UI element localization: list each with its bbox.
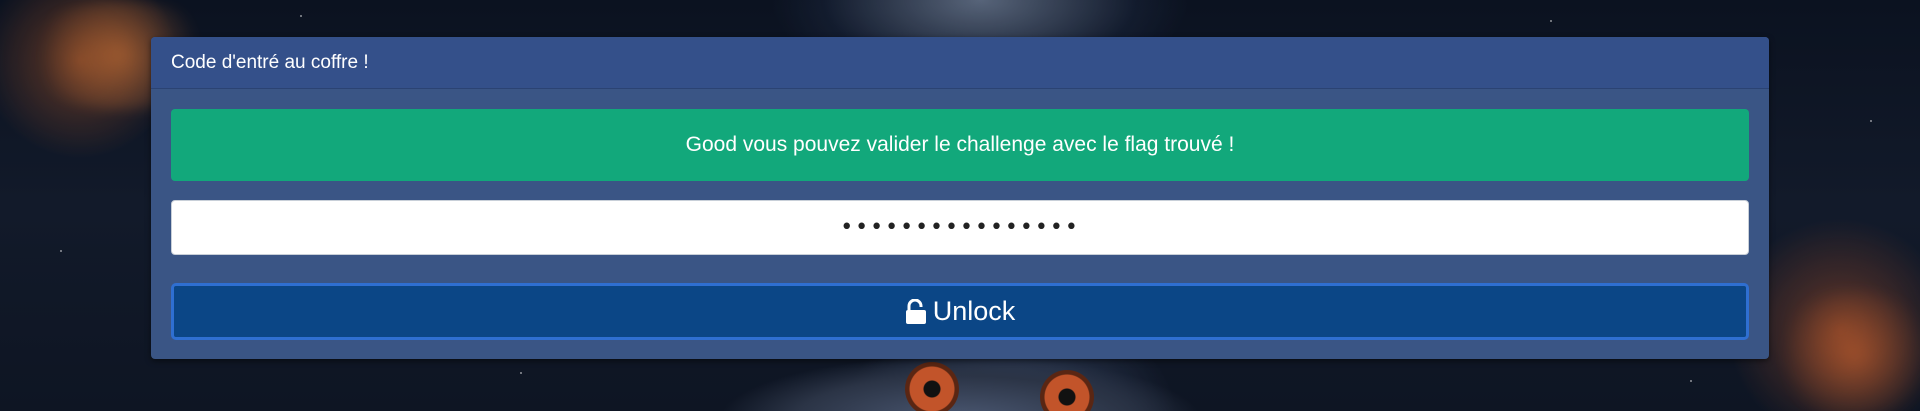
cat-eye-left — [905, 362, 959, 411]
unlock-icon — [905, 298, 927, 325]
star — [60, 250, 62, 252]
cat-eye-right — [1040, 370, 1094, 411]
alert-message: Good vous pouvez valider le challenge av… — [685, 133, 1235, 156]
star — [1870, 120, 1872, 122]
flame-decoration-right — [1770, 290, 1920, 411]
code-input[interactable] — [171, 200, 1749, 255]
success-alert: Good vous pouvez valider le challenge av… — [171, 109, 1749, 181]
star — [1550, 20, 1552, 22]
unlock-button[interactable]: Unlock — [171, 283, 1749, 340]
panel-header: Code d'entré au coffre ! — [151, 37, 1769, 89]
star — [520, 372, 522, 374]
vault-panel: Code d'entré au coffre ! Good vous pouve… — [151, 37, 1769, 359]
star — [300, 15, 302, 17]
panel-title: Code d'entré au coffre ! — [171, 51, 369, 73]
unlock-button-label: Unlock — [932, 296, 1016, 326]
star — [1690, 380, 1692, 382]
